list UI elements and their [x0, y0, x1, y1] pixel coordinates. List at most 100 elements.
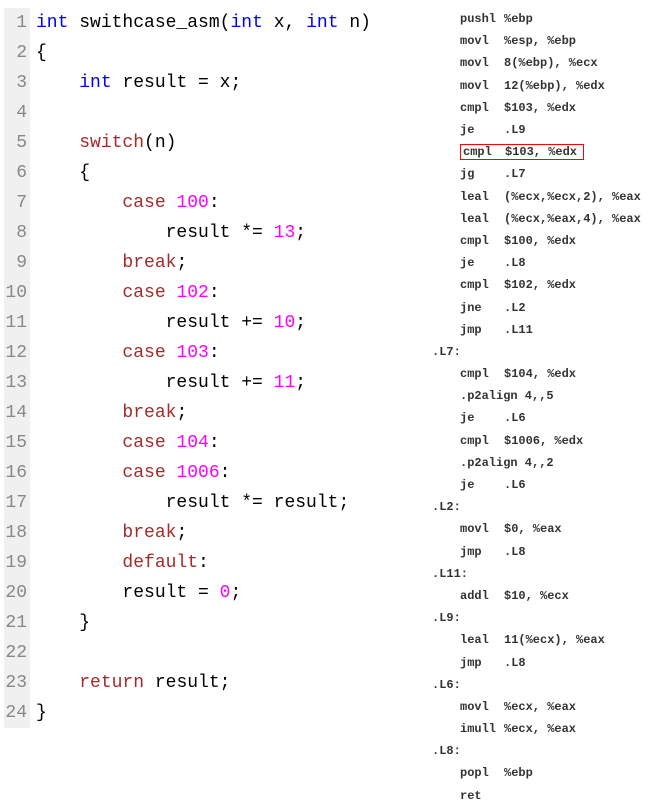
asm-line: movl8(%ebp), %ecx: [432, 52, 646, 74]
asm-operands: $104, %edx: [504, 367, 646, 381]
asm-line: leal(%ecx,%eax,4), %eax: [432, 208, 646, 230]
line-number: 5: [4, 128, 30, 158]
asm-operands: $1006, %edx: [504, 434, 646, 448]
code-line: 3 int result = x;: [4, 68, 422, 98]
line-number: 19: [4, 548, 30, 578]
asm-line: je.L6: [432, 407, 646, 429]
code-content: }: [30, 703, 47, 723]
asm-label: .L7:: [432, 345, 461, 359]
code-content: {: [30, 43, 47, 63]
asm-operands: $0, %eax: [504, 522, 646, 536]
asm-operands: 12(%ebp), %edx: [504, 79, 646, 93]
asm-line: .p2align 4,,5: [432, 385, 646, 407]
asm-operands: (%ecx,%ecx,2), %eax: [504, 190, 646, 204]
asm-opcode: cmpl: [460, 234, 504, 248]
code-content: case 100:: [30, 193, 220, 213]
line-number: 6: [4, 158, 30, 188]
asm-operands: .L6: [504, 411, 646, 425]
line-number: 17: [4, 488, 30, 518]
asm-line: .L6:: [432, 674, 646, 696]
asm-line: je.L8: [432, 252, 646, 274]
asm-opcode: cmpl: [460, 367, 504, 381]
line-number: 23: [4, 668, 30, 698]
asm-label: .L2:: [432, 500, 461, 514]
asm-line: jne.L2: [432, 296, 646, 318]
asm-line: movl%esp, %ebp: [432, 30, 646, 52]
code-line: 19 default:: [4, 548, 422, 578]
asm-line: addl$10, %ecx: [432, 585, 646, 607]
code-line: 2{: [4, 38, 422, 68]
asm-opcode: jmp: [460, 545, 504, 559]
code-line: 7 case 100:: [4, 188, 422, 218]
line-number: 13: [4, 368, 30, 398]
code-line: 17 result *= result;: [4, 488, 422, 518]
asm-operands: .L11: [504, 323, 646, 337]
code-content: result *= 13;: [30, 223, 306, 243]
asm-line: leal(%ecx,%ecx,2), %eax: [432, 186, 646, 208]
asm-opcode: je: [460, 411, 504, 425]
line-number: 7: [4, 188, 30, 218]
asm-line: je.L6: [432, 474, 646, 496]
code-content: case 102:: [30, 283, 220, 303]
highlighted-instruction: cmpl$103, %edx: [460, 144, 584, 160]
code-content: return result;: [30, 673, 230, 693]
asm-opcode: addl: [460, 589, 504, 603]
code-content: result = 0;: [30, 583, 241, 603]
asm-operands: %esp, %ebp: [504, 34, 646, 48]
asm-operands: $10, %ecx: [504, 589, 646, 603]
code-content: int result = x;: [30, 73, 241, 93]
code-line: 13 result += 11;: [4, 368, 422, 398]
asm-operands: 8(%ebp), %ecx: [504, 56, 646, 70]
code-content: case 1006:: [30, 463, 230, 483]
asm-operands: 11(%ecx), %eax: [504, 633, 646, 647]
code-line: 11 result += 10;: [4, 308, 422, 338]
asm-opcode: movl: [460, 79, 504, 93]
line-number: 4: [4, 98, 30, 128]
asm-label: .L8:: [432, 744, 461, 758]
line-number: 11: [4, 308, 30, 338]
asm-opcode: imull: [460, 722, 504, 736]
code-content: result += 11;: [30, 373, 306, 393]
asm-operands: %ecx, %eax: [504, 700, 646, 714]
line-number: 12: [4, 338, 30, 368]
asm-label: .L6:: [432, 678, 461, 692]
asm-operands: .L8: [504, 656, 646, 670]
code-content: {: [30, 163, 90, 183]
asm-line: movl12(%ebp), %edx: [432, 75, 646, 97]
code-content: switch(n): [30, 133, 176, 153]
asm-label: .L9:: [432, 611, 461, 625]
asm-opcode: je: [460, 123, 504, 137]
asm-line: je.L9: [432, 119, 646, 141]
code-line: 21 }: [4, 608, 422, 638]
asm-line: movl%ecx, %eax: [432, 696, 646, 718]
line-number: 10: [4, 278, 30, 308]
code-line: 4: [4, 98, 422, 128]
asm-line: .L8:: [432, 740, 646, 762]
asm-line: ret: [432, 785, 646, 807]
asm-opcode: movl: [460, 34, 504, 48]
asm-line: .L7:: [432, 341, 646, 363]
asm-opcode: jmp: [460, 656, 504, 670]
code-content: break;: [30, 403, 187, 423]
line-number: 9: [4, 248, 30, 278]
asm-line: cmpl$103, %edx: [432, 97, 646, 119]
asm-operands: $103, %edx: [505, 145, 577, 159]
line-number: 21: [4, 608, 30, 638]
asm-operands: (%ecx,%eax,4), %eax: [504, 212, 646, 226]
asm-opcode: cmpl: [460, 434, 504, 448]
asm-opcode: jne: [460, 301, 504, 315]
asm-opcode: je: [460, 478, 504, 492]
asm-opcode: cmpl: [460, 101, 504, 115]
code-content: case 103:: [30, 343, 220, 363]
asm-opcode: cmpl: [460, 278, 504, 292]
line-number: 14: [4, 398, 30, 428]
line-number: 16: [4, 458, 30, 488]
asm-line: cmpl$1006, %edx: [432, 430, 646, 452]
asm-operands: %ebp: [504, 12, 646, 26]
asm-opcode: .p2align 4,,5: [460, 389, 554, 403]
code-content: result += 10;: [30, 313, 306, 333]
asm-operands: .L6: [504, 478, 646, 492]
asm-line: .L11:: [432, 563, 646, 585]
line-number: 15: [4, 428, 30, 458]
line-number: 1: [4, 8, 30, 38]
